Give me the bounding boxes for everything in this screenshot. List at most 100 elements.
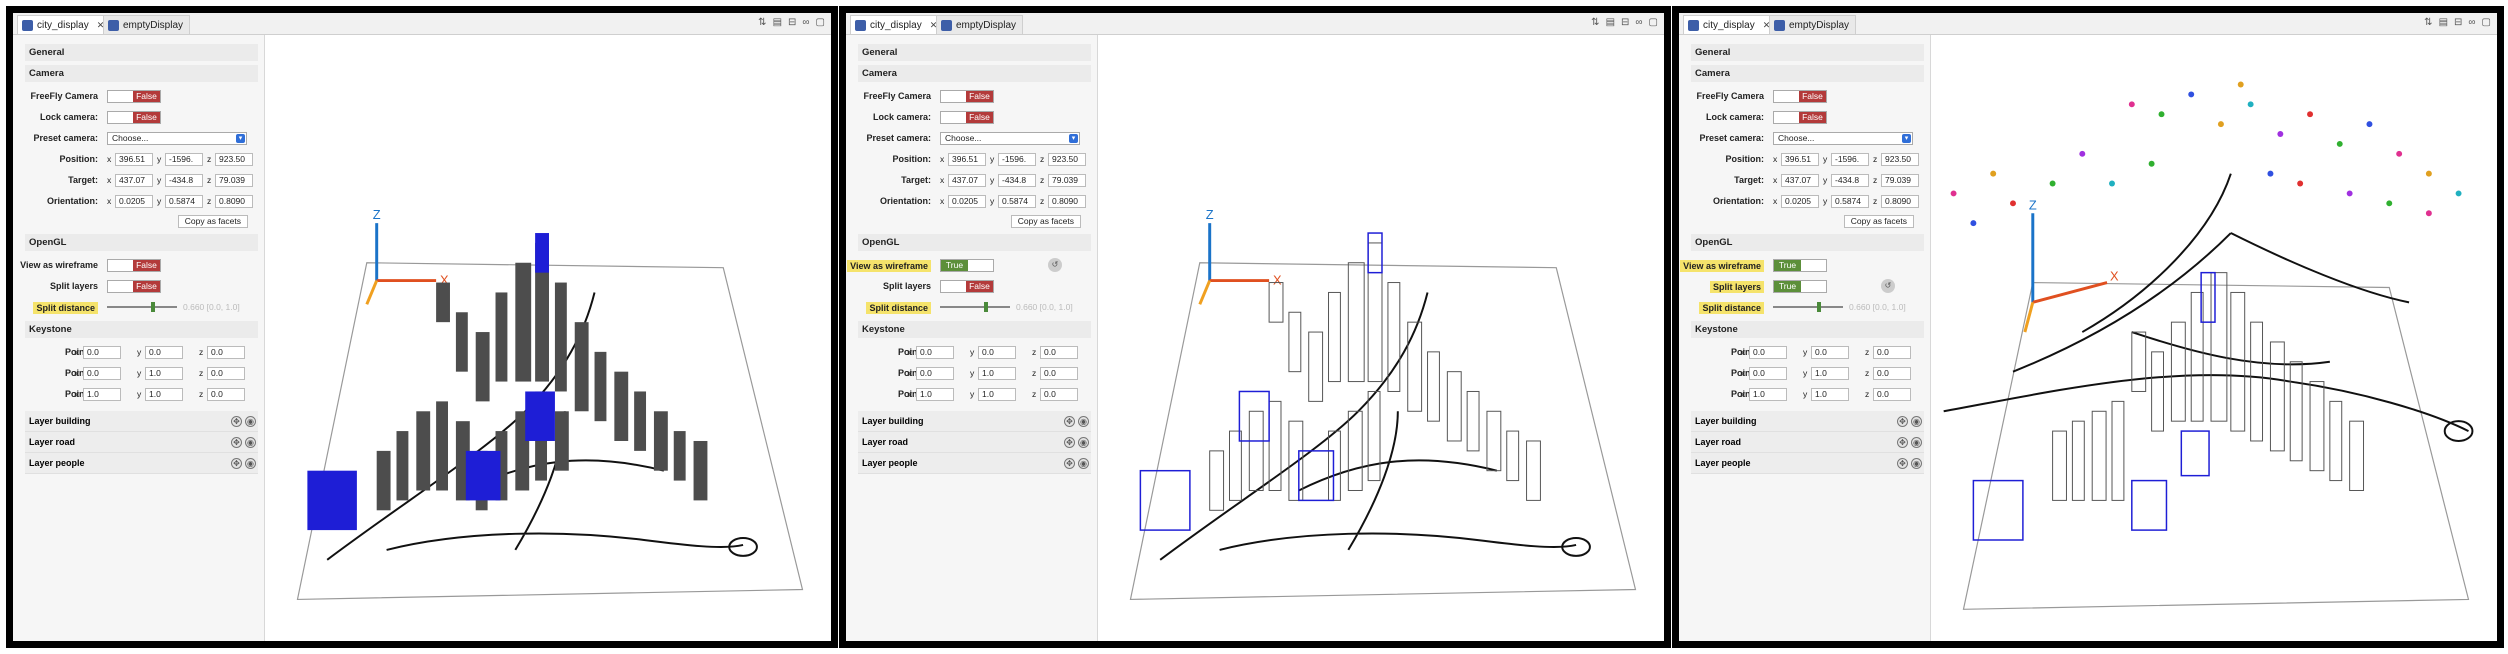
section-camera[interactable]: Camera [858, 65, 1091, 82]
layer-people[interactable]: Layer people ✥ ◉ [858, 453, 1091, 474]
layer-road[interactable]: Layer road ✥ ◉ [1691, 432, 1924, 453]
tab-empty-display[interactable]: emptyDisplay [103, 15, 191, 34]
visibility-icon[interactable]: ◉ [245, 458, 256, 469]
position-z-field[interactable]: 923.50 [215, 153, 253, 166]
split-distance-slider[interactable] [107, 302, 177, 312]
slider-handle[interactable] [1817, 302, 1821, 312]
section-general[interactable]: General [25, 44, 258, 61]
maximize-icon[interactable]: ▢ [1649, 17, 1658, 28]
visibility-icon[interactable]: ◉ [1911, 416, 1922, 427]
lock-icon[interactable]: ⊟ [2454, 17, 2462, 28]
point0-z-field[interactable]: 0.0 [207, 346, 245, 359]
section-keystone[interactable]: Keystone [1691, 321, 1924, 338]
layout-icon[interactable]: ▤ [1606, 17, 1615, 28]
section-keystone[interactable]: Keystone [25, 321, 258, 338]
point2-z-field[interactable]: 0.0 [1040, 388, 1078, 401]
lock-icon[interactable]: ⊟ [1621, 17, 1629, 28]
lock-camera-toggle[interactable]: False [940, 111, 994, 124]
position-y-field[interactable]: -1596. [1831, 153, 1869, 166]
visibility-icon[interactable]: ◉ [245, 416, 256, 427]
lock-camera-toggle[interactable]: False [107, 111, 161, 124]
preset-camera-select[interactable]: Choose... ▾ [107, 132, 247, 145]
tab-city-display[interactable]: city_display ✕ [17, 15, 112, 34]
section-opengl[interactable]: OpenGL [858, 234, 1091, 251]
layer-building[interactable]: Layer building ✥ ◉ [858, 411, 1091, 432]
orientation-z-field[interactable]: 0.8090 [1048, 195, 1086, 208]
copy-as-facets-button[interactable]: Copy as facets [177, 215, 248, 228]
layer-people[interactable]: Layer people ✥ ◉ [1691, 453, 1924, 474]
reset-icon[interactable]: ↺ [1048, 258, 1062, 272]
position-y-field[interactable]: -1596. [165, 153, 203, 166]
split-layers-toggle[interactable]: False [940, 280, 994, 293]
point1-y-field[interactable]: 1.0 [145, 367, 183, 380]
layer-road[interactable]: Layer road ✥ ◉ [25, 432, 258, 453]
point1-z-field[interactable]: 0.0 [1040, 367, 1078, 380]
orientation-x-field[interactable]: 0.0205 [1781, 195, 1819, 208]
section-general[interactable]: General [1691, 44, 1924, 61]
layer-road[interactable]: Layer road ✥ ◉ [858, 432, 1091, 453]
link-icon[interactable]: ∞ [802, 17, 809, 28]
sync-icon[interactable]: ⇅ [1591, 17, 1599, 28]
point1-x-field[interactable]: 0.0 [83, 367, 121, 380]
target-y-field[interactable]: -434.8 [998, 174, 1036, 187]
preset-camera-select[interactable]: Choose... ▾ [1773, 132, 1913, 145]
slider-handle[interactable] [151, 302, 155, 312]
tab-empty-display[interactable]: emptyDisplay [936, 15, 1024, 34]
city-render-wireframe[interactable]: Z X [1098, 35, 1664, 641]
section-camera[interactable]: Camera [1691, 65, 1924, 82]
point2-z-field[interactable]: 0.0 [1873, 388, 1911, 401]
point2-x-field[interactable]: 1.0 [1749, 388, 1787, 401]
target-z-field[interactable]: 79.039 [215, 174, 253, 187]
split-layers-toggle[interactable]: False [107, 280, 161, 293]
lock-icon[interactable]: ⊟ [788, 17, 796, 28]
freefly-toggle[interactable]: False [107, 90, 161, 103]
3d-viewport[interactable]: Z X [1098, 35, 1664, 641]
point0-x-field[interactable]: 0.0 [916, 346, 954, 359]
copy-as-facets-button[interactable]: Copy as facets [1010, 215, 1081, 228]
position-x-field[interactable]: 396.51 [948, 153, 986, 166]
visibility-icon[interactable]: ◉ [1078, 416, 1089, 427]
layer-people[interactable]: Layer people ✥ ◉ [25, 453, 258, 474]
layout-icon[interactable]: ▤ [773, 17, 782, 28]
layout-icon[interactable]: ▤ [2439, 17, 2448, 28]
move-icon[interactable]: ✥ [1064, 416, 1075, 427]
city-render[interactable]: Z X [265, 35, 831, 641]
move-icon[interactable]: ✥ [1064, 458, 1075, 469]
position-z-field[interactable]: 923.50 [1881, 153, 1919, 166]
orientation-z-field[interactable]: 0.8090 [215, 195, 253, 208]
point0-z-field[interactable]: 0.0 [1873, 346, 1911, 359]
wireframe-toggle[interactable]: True [940, 259, 994, 272]
orientation-y-field[interactable]: 0.5874 [998, 195, 1036, 208]
preset-camera-select[interactable]: Choose... ▾ [940, 132, 1080, 145]
city-render-split[interactable]: Z X [1931, 35, 2497, 641]
section-general[interactable]: General [858, 44, 1091, 61]
target-y-field[interactable]: -434.8 [165, 174, 203, 187]
split-distance-slider[interactable] [940, 302, 1010, 312]
visibility-icon[interactable]: ◉ [245, 437, 256, 448]
lock-camera-toggle[interactable]: False [1773, 111, 1827, 124]
tab-city-display[interactable]: city_display ✕ [1683, 15, 1778, 34]
target-x-field[interactable]: 437.07 [948, 174, 986, 187]
position-x-field[interactable]: 396.51 [1781, 153, 1819, 166]
split-layers-toggle[interactable]: True [1773, 280, 1827, 293]
link-icon[interactable]: ∞ [1635, 17, 1642, 28]
section-opengl[interactable]: OpenGL [25, 234, 258, 251]
point0-x-field[interactable]: 0.0 [1749, 346, 1787, 359]
section-opengl[interactable]: OpenGL [1691, 234, 1924, 251]
point2-y-field[interactable]: 1.0 [978, 388, 1016, 401]
position-x-field[interactable]: 396.51 [115, 153, 153, 166]
point0-z-field[interactable]: 0.0 [1040, 346, 1078, 359]
3d-viewport[interactable]: Z X [265, 35, 831, 641]
point2-x-field[interactable]: 1.0 [83, 388, 121, 401]
orientation-z-field[interactable]: 0.8090 [1881, 195, 1919, 208]
target-z-field[interactable]: 79.039 [1048, 174, 1086, 187]
point2-x-field[interactable]: 1.0 [916, 388, 954, 401]
point0-y-field[interactable]: 0.0 [978, 346, 1016, 359]
point1-y-field[interactable]: 1.0 [1811, 367, 1849, 380]
reset-icon[interactable]: ↺ [1881, 279, 1895, 293]
move-icon[interactable]: ✥ [1897, 437, 1908, 448]
sync-icon[interactable]: ⇅ [2424, 17, 2432, 28]
point0-y-field[interactable]: 0.0 [145, 346, 183, 359]
target-x-field[interactable]: 437.07 [1781, 174, 1819, 187]
link-icon[interactable]: ∞ [2468, 17, 2475, 28]
